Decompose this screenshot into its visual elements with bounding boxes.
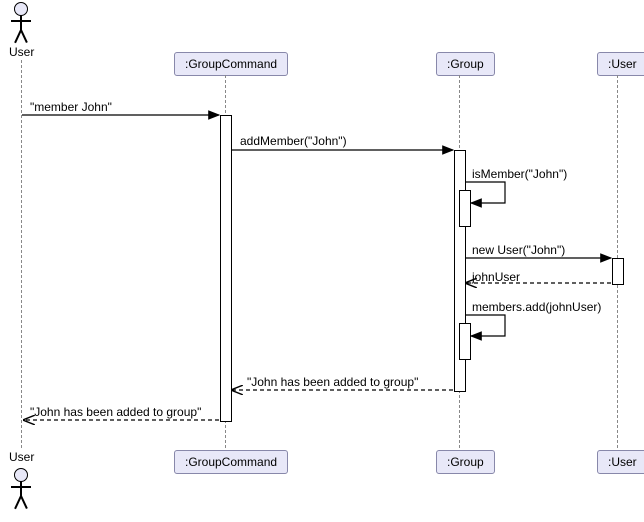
participant-label: :Group (447, 57, 484, 71)
participant-label: :GroupCommand (185, 57, 277, 71)
actor-leg-icon (20, 496, 27, 509)
participant-group-command: :GroupCommand (174, 52, 288, 76)
actor-leg-icon (20, 30, 27, 43)
activation-bar (220, 115, 232, 422)
participant-label: :User (608, 455, 637, 469)
message-label: isMember("John") (472, 167, 567, 181)
arrows-overlay (0, 0, 644, 522)
message-label: "John has been added to group" (247, 375, 418, 389)
actor-label: User (9, 450, 34, 464)
participant-label: :Group (447, 455, 484, 469)
actor-head-icon (14, 468, 28, 482)
participant-user-class: :User (597, 52, 644, 76)
message-label: members.add(johnUser) (472, 300, 601, 314)
message-label: johnUser (472, 270, 520, 284)
actor-label: User (9, 45, 34, 59)
participant-label: :GroupCommand (185, 455, 277, 469)
activation-bar (612, 258, 624, 285)
actor-head-icon (14, 2, 28, 16)
actor-arms-icon (11, 20, 31, 22)
lifeline (21, 60, 22, 448)
message-label: "John has been added to group" (30, 405, 201, 419)
actor-arms-icon (11, 486, 31, 488)
participant-group: :Group (436, 52, 495, 76)
message-label: addMember("John") (240, 134, 347, 148)
activation-bar (459, 323, 471, 360)
activation-bar (459, 190, 471, 227)
message-label: "member John" (30, 100, 112, 114)
participant-group-command: :GroupCommand (174, 450, 288, 474)
participant-label: :User (608, 57, 637, 71)
participant-user-class: :User (597, 450, 644, 474)
sequence-diagram: User User :GroupCommand :Group :User :Gr… (0, 0, 644, 522)
participant-group: :Group (436, 450, 495, 474)
message-label: new User("John") (472, 243, 565, 257)
